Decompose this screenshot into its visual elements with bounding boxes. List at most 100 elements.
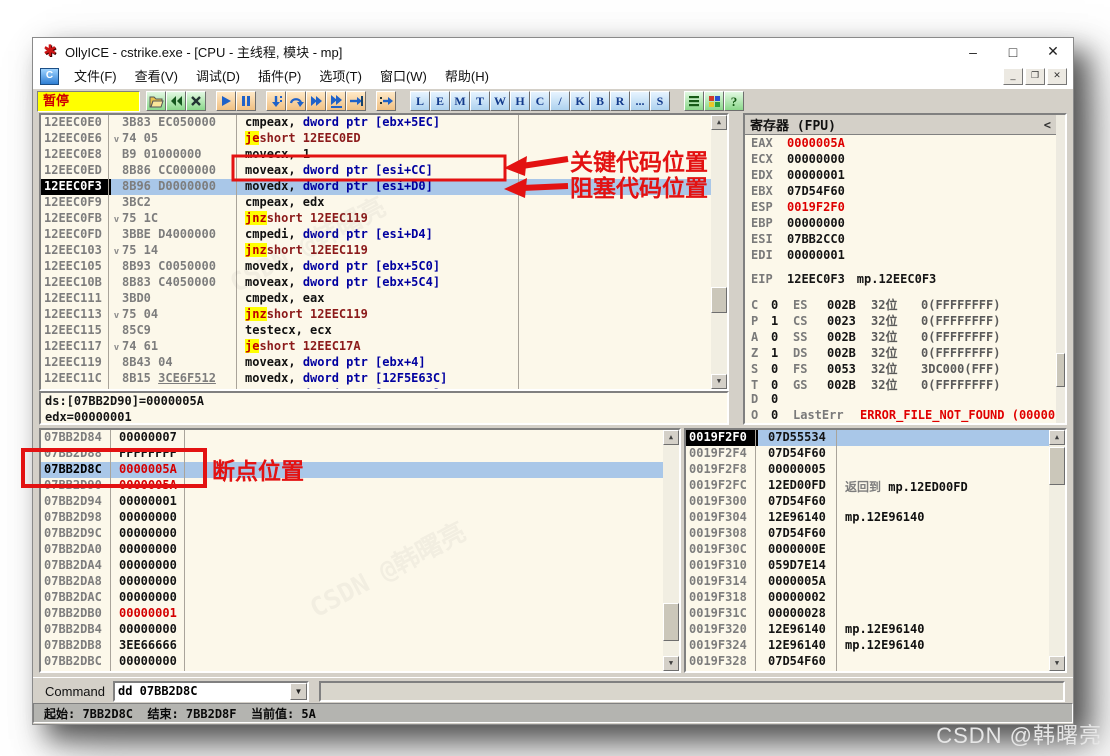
disasm-row[interactable]: 12EEC1113BD0cmpedx, eax [41,291,711,307]
register-row[interactable]: P1CS002332位0(FFFFFFFF) [745,312,1056,328]
stack-row[interactable]: 0019F30807D54F60 [686,526,1049,542]
dump-row[interactable]: 07BB2D900000005A [41,478,663,494]
toolbar-step-into-button[interactable] [266,91,286,111]
toolbar-window-B-button[interactable]: B [590,91,610,111]
stack-row[interactable]: 0019F32807D54F60 [686,654,1049,670]
dump-row[interactable]: 07BB2D9800000000 [41,510,663,526]
register-row[interactable]: EIP12EEC0F3mp.12EEC0F3 [745,272,1056,288]
toolbar-open-file-button[interactable] [146,91,166,111]
stack-row[interactable]: 0019F32012E96140mp.12E96140 [686,622,1049,638]
disasm-scrollbar[interactable]: ▲ ▼ [711,115,727,389]
toolbar-restart-button[interactable] [166,91,186,111]
toolbar-go-to-address-button[interactable] [376,91,396,111]
stack-row[interactable]: 0019F2F407D54F60 [686,446,1049,462]
toolbar-window-runtrace-button[interactable]: ... [630,91,650,111]
scroll-thumb[interactable] [711,287,727,313]
toolbar-window-S-button[interactable]: S [650,91,670,111]
dump-row[interactable]: 07BB2DA000000000 [41,542,663,558]
disasm-row[interactable]: 12EEC0E8B9 01000000movecx, 1 [41,147,711,163]
toolbar-windows-list-button[interactable] [684,91,704,111]
stack-row[interactable]: 0019F32412E96140mp.12E96140 [686,638,1049,654]
dump-row[interactable]: 07BB2D9400000001 [41,494,663,510]
toolbar-window-W-button[interactable]: W [490,91,510,111]
toolbar-appearance-button[interactable] [704,91,724,111]
toolbar-close-window-button[interactable] [186,91,206,111]
register-row[interactable]: O0LastErrERROR_FILE_NOT_FOUND (00000 [745,408,1056,423]
mdi-restore-button[interactable]: ❐ [1025,68,1045,85]
stack-row[interactable]: 0019F30412E96140mp.12E96140 [686,510,1049,526]
disasm-row[interactable]: 12EEC0F38B96 D0000000movedx, dword ptr [… [41,179,711,195]
scroll-thumb[interactable] [1056,353,1065,387]
maximize-button[interactable]: □ [993,38,1033,65]
command-input[interactable] [115,684,290,699]
toolbar-step-over-button[interactable] [286,91,306,111]
menu-help[interactable]: 帮助(H) [436,66,498,88]
registers-scrollbar[interactable] [1056,115,1065,423]
register-row[interactable]: ESP0019F2F0 [745,200,1056,216]
scroll-down-icon[interactable]: ▼ [663,656,679,671]
dump-row[interactable]: 07BB2D88FFFFFFFF [41,446,663,462]
toolbar-animate-over-button[interactable] [326,91,346,111]
register-row[interactable]: EDX00000001 [745,168,1056,184]
dump-row[interactable]: 07BB2D9C00000000 [41,526,663,542]
stack-row[interactable]: 0019F3140000005A [686,574,1049,590]
stack-row[interactable]: 0019F2FC12ED00FD返回到 mp.12ED00FD [686,478,1049,494]
dump-row[interactable]: 07BB2DBC00000000 [41,654,663,670]
toolbar-window-/-button[interactable]: / [550,91,570,111]
disasm-row[interactable]: 12EEC10B8B83 C4050000moveax, dword ptr [… [41,275,711,291]
toolbar-window-H-button[interactable]: H [510,91,530,111]
stack-row[interactable]: 0019F2F007D55534 [686,430,1049,446]
menu-debug[interactable]: 调试(D) [187,66,249,88]
toolbar-help-button[interactable]: ? [724,91,744,111]
register-row[interactable]: ECX00000000 [745,152,1056,168]
toolbar-run-button[interactable] [216,91,236,111]
toolbar-window-R-button[interactable]: R [610,91,630,111]
mdi-close-button[interactable]: ✕ [1047,68,1067,85]
scroll-up-icon[interactable]: ▲ [711,115,727,130]
toolbar-animate-into-button[interactable] [306,91,326,111]
dump-row[interactable]: 07BB2DB83EE66666 [41,638,663,654]
register-row[interactable]: EDI00000001 [745,248,1056,264]
toolbar-window-L-button[interactable]: L [410,91,430,111]
stack-row[interactable]: 0019F310059D7E14 [686,558,1049,574]
stack-row[interactable]: 0019F30007D54F60 [686,494,1049,510]
disasm-row[interactable]: 12EEC0E03B83 EC050000cmpeax, dword ptr [… [41,115,711,131]
collapse-icon[interactable]: < [1044,118,1051,132]
scroll-down-icon[interactable]: ▼ [1049,656,1065,671]
toolbar-window-K-button[interactable]: K [570,91,590,111]
scroll-thumb[interactable] [663,603,679,641]
disasm-row[interactable]: 12EEC11C8B15 3CE6F512movedx, dword ptr [… [41,371,711,387]
register-row[interactable]: EAX0000005A [745,136,1056,152]
stack-scrollbar[interactable]: ▲ ▼ [1049,430,1065,671]
register-row[interactable]: C0ES002B32位0(FFFFFFFF) [745,296,1056,312]
menu-window[interactable]: 窗口(W) [371,66,436,88]
disasm-row[interactable]: 12EEC0E6v74 05jeshort 12EEC0ED [41,131,711,147]
dump-row[interactable]: 07BB2DA800000000 [41,574,663,590]
menu-options[interactable]: 选项(T) [310,66,371,88]
register-row[interactable]: S0FS005332位3DC000(FFF) [745,360,1056,376]
dump-row[interactable]: 07BB2DC000000000 [41,670,663,671]
mdi-minimize-button[interactable]: _ [1003,68,1023,85]
chevron-down-icon[interactable]: ▼ [290,683,307,700]
register-row[interactable]: D0 [745,392,1056,408]
scroll-up-icon[interactable]: ▲ [1049,430,1065,445]
stack-row[interactable]: 0019F30C0000000E [686,542,1049,558]
disasm-row[interactable]: 12EEC11585C9testecx, ecx [41,323,711,339]
menu-plugins[interactable]: 插件(P) [249,66,310,88]
disasm-row[interactable]: 12EEC103v75 14jnzshort 12EEC119 [41,243,711,259]
disasm-row[interactable]: 12EEC0F93BC2cmpeax, edx [41,195,711,211]
dump-row[interactable]: 07BB2DAC00000000 [41,590,663,606]
stack-row[interactable]: 0019F31800000002 [686,590,1049,606]
dump-row[interactable]: 07BB2DB400000000 [41,622,663,638]
dump-scrollbar[interactable]: ▲ ▼ [663,430,679,671]
stack-row[interactable]: 0019F32C07D54F60 [686,670,1049,671]
toolbar-window-E-button[interactable]: E [430,91,450,111]
menu-view[interactable]: 查看(V) [126,66,187,88]
register-row[interactable]: T0GS002B32位0(FFFFFFFF) [745,376,1056,392]
disasm-row[interactable]: 12EEC1228B88 8C030000movecx, dword ptr [… [41,387,711,389]
disasm-row[interactable]: 12EEC1058B93 C0050000movedx, dword ptr [… [41,259,711,275]
toolbar-window-M-button[interactable]: M [450,91,470,111]
disasm-row[interactable]: 12EEC0FD3BBE D4000000cmpedi, dword ptr [… [41,227,711,243]
scroll-up-icon[interactable]: ▲ [663,430,679,445]
disasm-row[interactable]: 12EEC0FBv75 1Cjnzshort 12EEC119 [41,211,711,227]
